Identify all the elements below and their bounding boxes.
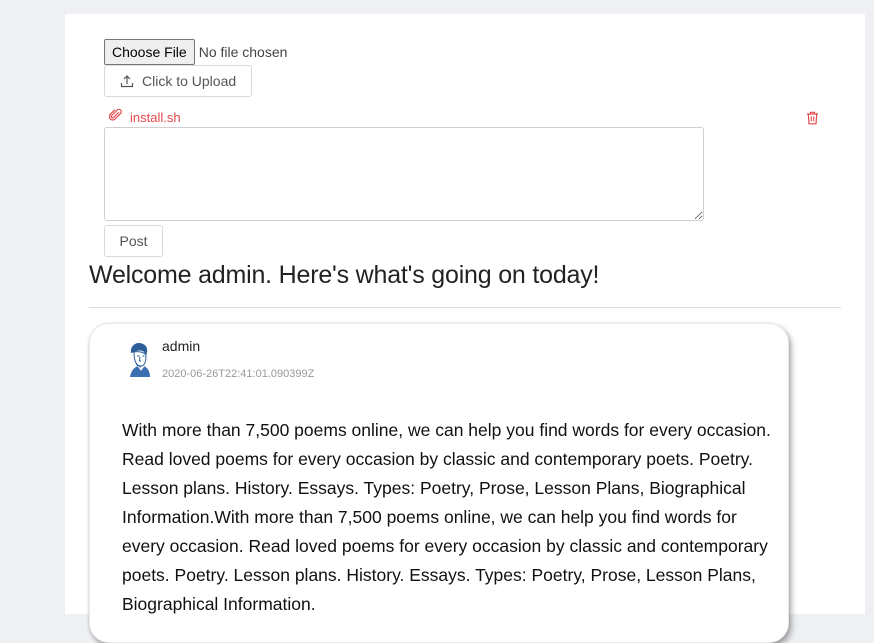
attachment-filename[interactable]: install.sh — [130, 110, 181, 125]
welcome-heading: Welcome admin. Here's what's going on to… — [89, 261, 600, 289]
attachment-item[interactable]: install.sh — [108, 108, 181, 127]
file-input[interactable]: Choose File No file chosen — [104, 39, 287, 65]
upload-button-label: Click to Upload — [142, 73, 237, 89]
choose-file-button[interactable]: Choose File — [104, 39, 195, 65]
paperclip-icon — [108, 108, 122, 127]
upload-icon — [120, 74, 134, 88]
post-card: admin 2020-06-26T22:41:01.090399Z With m… — [89, 323, 789, 643]
post-body: With more than 7,500 poems online, we ca… — [122, 420, 771, 614]
main-panel: Choose File No file chosen Click to Uplo… — [65, 14, 865, 643]
trash-icon[interactable] — [806, 111, 819, 130]
avatar[interactable] — [123, 339, 153, 379]
post-author[interactable]: admin — [162, 338, 200, 354]
post-button[interactable]: Post — [104, 225, 163, 257]
click-to-upload-button[interactable]: Click to Upload — [104, 65, 252, 97]
post-timestamp: 2020-06-26T22:41:01.090399Z — [162, 368, 315, 380]
divider — [89, 307, 841, 308]
no-file-chosen-label: No file chosen — [198, 44, 288, 60]
post-textarea[interactable] — [104, 127, 704, 221]
